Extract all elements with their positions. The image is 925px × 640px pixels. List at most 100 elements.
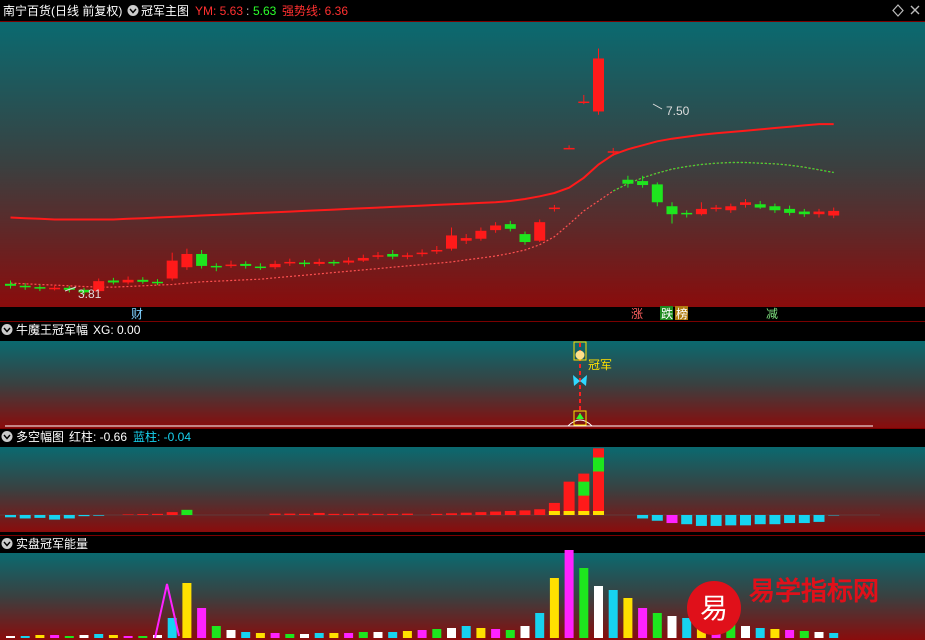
blue-bar: [93, 515, 105, 516]
energy-bar: [64, 636, 74, 638]
chart-stage: 南宁百货(日线 前复权) 冠军主图 YM: 5.63 : 5.63 强势线: 6…: [0, 3, 925, 640]
energy-bar: [476, 628, 486, 638]
red-bar: [299, 513, 310, 515]
energy-bar: [799, 631, 809, 638]
red-bar: [269, 513, 281, 515]
energy-bar: [491, 629, 501, 638]
bar-cap: [548, 511, 560, 515]
red-bar: [446, 513, 457, 515]
panel4-dropdown-icon[interactable]: [1, 538, 13, 549]
peak-top: [578, 481, 590, 496]
energy-bar: [417, 630, 427, 638]
energy-bar: [285, 634, 295, 638]
blue-bar: [710, 515, 722, 526]
panel4-title[interactable]: 实盘冠军能量: [16, 536, 88, 551]
energy-bar: [549, 578, 559, 638]
ym-separator: :: [246, 4, 249, 18]
blue-bar: [769, 515, 781, 525]
diamond-icon[interactable]: [892, 4, 904, 17]
close-icon[interactable]: [910, 5, 920, 15]
energy-bar: [344, 633, 354, 638]
energy-bar: [785, 630, 795, 638]
red-bar: [372, 513, 384, 515]
stock-title: 南宁百货(日线 前复权): [3, 3, 122, 18]
blue-bar: [78, 515, 90, 517]
energy-bar: [226, 630, 236, 638]
blue-bar: [813, 515, 825, 522]
blue-bar: [63, 515, 75, 519]
red-bar: [137, 514, 149, 515]
tag-bang: 榜: [676, 306, 688, 321]
high-label: 7.50: [666, 104, 690, 118]
bar-cap: [578, 511, 590, 515]
blue-bar: [725, 515, 737, 526]
bar-cap: [563, 511, 575, 515]
ym-label: YM: 5.63: [195, 4, 243, 18]
energy-bar: [594, 586, 603, 638]
red-bar: [284, 513, 296, 515]
energy-bar: [35, 635, 45, 638]
red-bar: [519, 510, 531, 515]
panel3-title[interactable]: 多空幅图: [16, 429, 64, 444]
red-bar: [357, 513, 369, 515]
blue-bar: [798, 515, 810, 524]
panel2-dropdown-icon[interactable]: [1, 324, 13, 335]
indicator-title[interactable]: 冠军主图: [141, 4, 189, 18]
energy-bar: [123, 636, 133, 638]
energy-bar: [314, 633, 324, 638]
energy-bar: [197, 608, 207, 638]
red-bar: [343, 513, 355, 515]
energy-bar: [432, 629, 442, 638]
indicator-dropdown-icon[interactable]: [127, 5, 139, 16]
energy-bar: [814, 632, 824, 638]
energy-bar: [388, 632, 398, 638]
energy-bar: [520, 626, 530, 638]
peak-top: [593, 457, 604, 472]
energy-bar: [770, 629, 780, 638]
tag-cai: 财: [131, 307, 143, 321]
energy-bar: [270, 633, 280, 638]
energy-bar: [255, 633, 265, 638]
energy-bar: [638, 608, 648, 638]
energy-bar: [358, 632, 368, 638]
watermark-glyph: 易: [700, 593, 728, 624]
red-bar: [313, 512, 325, 515]
money-bag-icon: [575, 350, 585, 360]
red-bar: [504, 510, 516, 515]
red-bar: [166, 512, 178, 515]
red-bar: [387, 513, 399, 515]
red-bar: [122, 514, 134, 515]
red-bar: [460, 512, 472, 515]
blue-bar: [19, 515, 31, 519]
panel3-dropdown-icon[interactable]: [1, 431, 13, 442]
energy-bar: [6, 636, 15, 638]
energy-bar: [402, 631, 412, 638]
tag-zhang: 涨: [631, 306, 643, 321]
energy-bar: [667, 616, 677, 638]
blue-bar: [666, 515, 678, 524]
red-bar: [401, 513, 413, 515]
candle: [593, 48, 604, 115]
energy-bar: [94, 634, 104, 638]
blue-bar: [754, 515, 766, 525]
champion-marker-text: 冠军: [588, 358, 612, 372]
blue-bar: [637, 515, 649, 519]
energy-bar: [579, 568, 589, 638]
red-bar: [490, 511, 502, 515]
energy-bar: [741, 626, 750, 638]
panel2-value: XG: 0.00: [93, 323, 141, 337]
blue-bar: [651, 515, 663, 521]
low-label: 3.81: [78, 287, 102, 301]
blue-bar: [49, 515, 61, 520]
blue-bar: [695, 515, 707, 526]
energy-bar: [682, 618, 692, 638]
blue-bar-label: 蓝柱: -0.04: [133, 429, 191, 444]
panel2-title[interactable]: 牛魔王冠军幅: [16, 322, 88, 337]
red-bar: [563, 481, 575, 515]
candle: [534, 219, 546, 243]
energy-bar: [564, 550, 574, 638]
energy-bar: [329, 633, 339, 638]
energy-bar: [182, 583, 192, 638]
signal-tags: 财 涨 跌 榜 减: [131, 306, 778, 321]
energy-bar: [79, 635, 89, 638]
